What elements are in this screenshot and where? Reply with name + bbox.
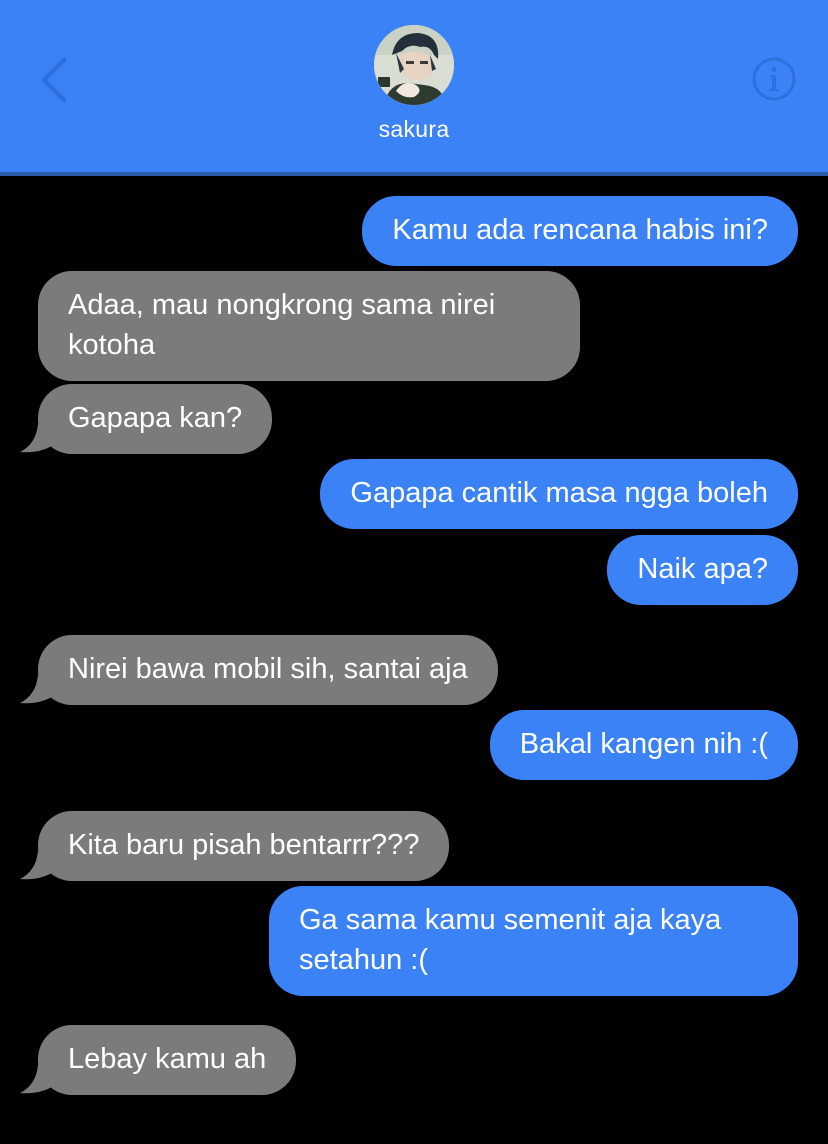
avatar[interactable]: [374, 25, 454, 105]
avatar-image: [374, 25, 454, 105]
message-incoming[interactable]: Gapapa kan?: [38, 384, 273, 454]
message-outgoing[interactable]: Ga sama kamu semenit aja kaya setahun :(: [269, 886, 798, 996]
contact-name[interactable]: sakura: [0, 116, 828, 143]
message-outgoing[interactable]: Gapapa cantik masa ngga boleh: [320, 459, 798, 529]
bubble-tail: [20, 851, 58, 880]
message-outgoing[interactable]: Bakal kangen nih :(: [489, 710, 798, 780]
info-icon[interactable]: [751, 56, 797, 102]
chevron-left-icon[interactable]: [34, 52, 74, 108]
bubble-tail: [20, 1065, 58, 1094]
message-incoming[interactable]: Kita baru pisah bentarrr???: [38, 811, 450, 881]
chat-header: sakura: [0, 0, 828, 176]
bubble-tail: [20, 424, 58, 453]
message-outgoing[interactable]: Kamu ada rencana habis ini?: [362, 196, 798, 266]
message-incoming[interactable]: Nirei bawa mobil sih, santai aja: [38, 635, 498, 705]
bubble-tail: [20, 675, 58, 704]
message-outgoing[interactable]: Naik apa?: [607, 535, 798, 605]
message-incoming[interactable]: Lebay kamu ah: [38, 1025, 297, 1095]
message-incoming[interactable]: Adaa, mau nongkrong sama nirei kotoha: [38, 271, 580, 381]
